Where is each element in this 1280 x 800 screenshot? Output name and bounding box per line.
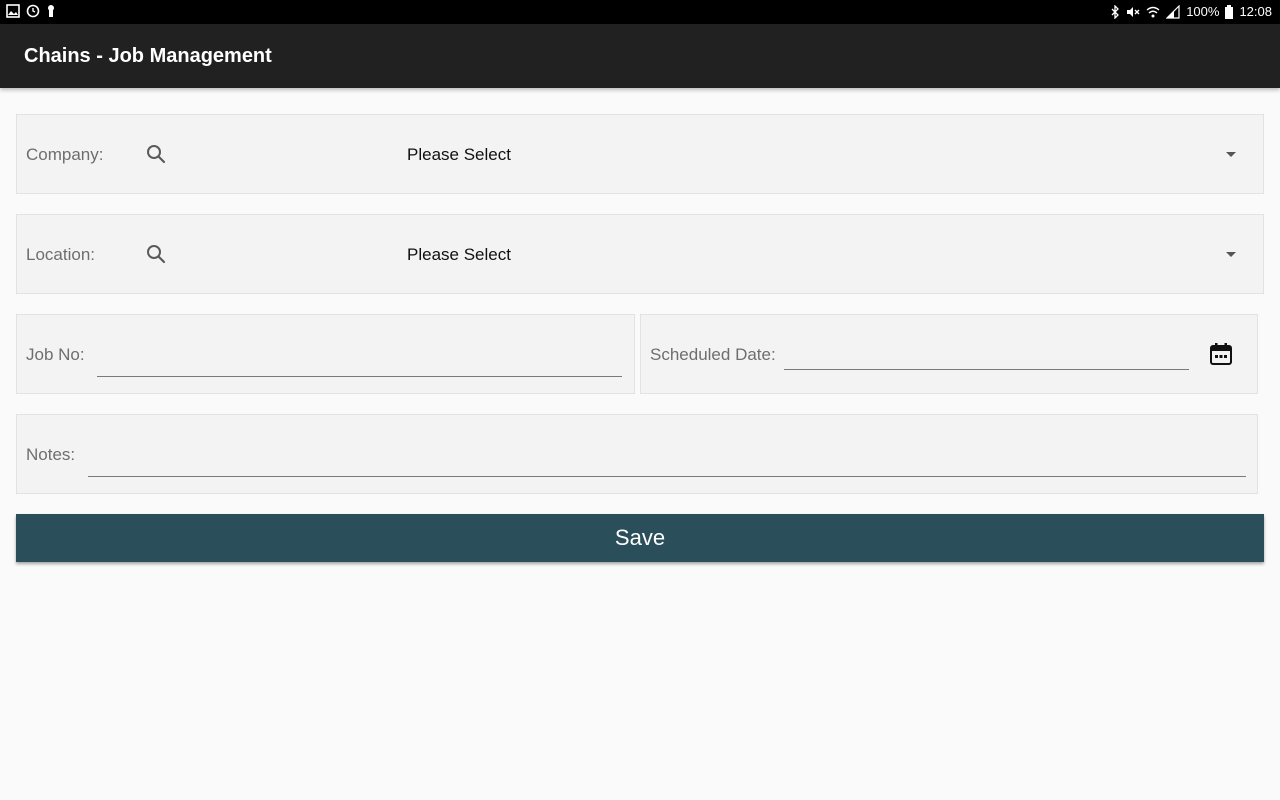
battery-percent: 100% xyxy=(1186,4,1220,19)
scheduled-date-label: Scheduled Date: xyxy=(650,345,776,364)
notes-field[interactable] xyxy=(88,449,1246,477)
notes-row: Notes: xyxy=(16,414,1258,494)
status-bar-system: 100% 12:08 xyxy=(1110,4,1272,20)
scheduled-date-field[interactable] xyxy=(784,342,1189,370)
chevron-down-icon xyxy=(1226,252,1236,257)
job-no-field[interactable] xyxy=(97,349,622,377)
wifi-icon xyxy=(1146,5,1160,19)
scheduled-date-row: Scheduled Date: xyxy=(640,314,1258,394)
battery-icon xyxy=(1225,5,1234,19)
keyhole-icon xyxy=(46,4,56,18)
status-bar-notifications xyxy=(6,4,56,18)
app-bar: Chains - Job Management xyxy=(0,24,1280,88)
calendar-icon[interactable] xyxy=(1208,341,1234,367)
location-row: Location: Please Select xyxy=(16,214,1264,294)
job-no-label: Job No: xyxy=(26,345,85,364)
page-title: Chains - Job Management xyxy=(24,45,272,67)
chevron-down-icon xyxy=(1226,152,1236,157)
job-no-row: Job No: xyxy=(16,314,635,394)
company-select-value: Please Select xyxy=(407,145,511,164)
location-select-value: Please Select xyxy=(407,245,511,264)
company-label: Company: xyxy=(26,145,104,164)
company-row: Company: Please Select xyxy=(16,114,1264,194)
save-button[interactable]: Save xyxy=(16,514,1264,562)
signal-icon xyxy=(1166,5,1180,19)
location-select[interactable]: Please Select xyxy=(397,215,1263,293)
search-icon[interactable] xyxy=(145,243,167,265)
search-icon[interactable] xyxy=(145,143,167,165)
notes-label: Notes: xyxy=(26,445,76,464)
mute-icon xyxy=(1126,5,1140,19)
bluetooth-icon xyxy=(1110,5,1120,19)
clock: 12:08 xyxy=(1239,4,1272,19)
company-select[interactable]: Please Select xyxy=(397,115,1263,193)
location-label: Location: xyxy=(26,245,95,264)
gallery-icon xyxy=(6,4,20,18)
status-bar: 100% 12:08 xyxy=(0,0,1280,24)
sync-icon xyxy=(26,4,40,18)
